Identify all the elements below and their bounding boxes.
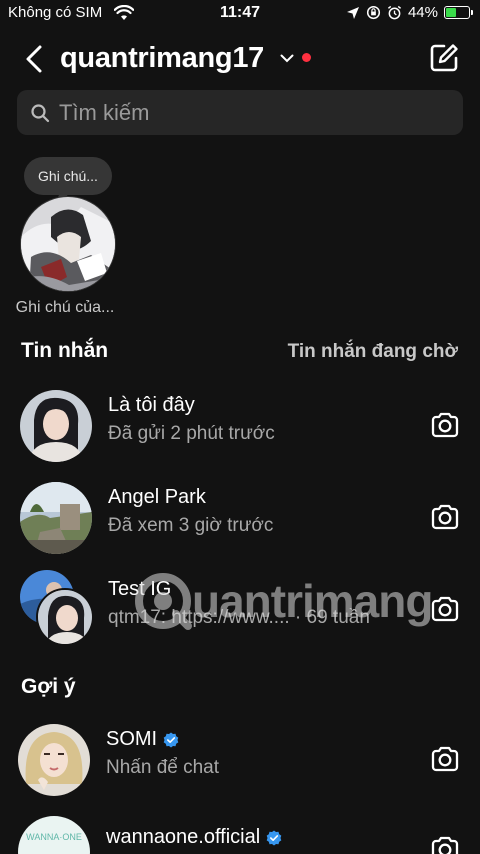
message-row[interactable]: Test IG qtm17: https://www.... · 69 tuần xyxy=(0,568,480,652)
contact-name: SOMI xyxy=(106,728,179,751)
avatar xyxy=(20,482,92,554)
battery-percent: 44% xyxy=(407,4,438,21)
contact-name-text: Test IG xyxy=(108,578,172,600)
camera-icon[interactable] xyxy=(430,744,460,774)
avatar-image xyxy=(38,590,92,644)
avatar-image xyxy=(20,482,92,554)
camera-icon[interactable] xyxy=(430,834,460,854)
avatar xyxy=(20,390,92,462)
note-bubble-text: Ghi chú... xyxy=(38,168,98,184)
search-icon xyxy=(31,104,50,123)
avatar: WANNA·ONE xyxy=(18,816,90,854)
avatar-image: WANNA·ONE xyxy=(18,816,90,854)
message-status: qtm17: https://www.... · 69 tuần xyxy=(108,607,370,628)
avatar xyxy=(18,724,90,796)
alarm-icon xyxy=(387,5,402,20)
verified-badge-icon xyxy=(163,732,179,747)
contact-name-text: Angel Park xyxy=(108,486,206,508)
battery-icon xyxy=(444,6,473,19)
message-status: Đã gửi 2 phút trước xyxy=(108,423,275,444)
camera-icon[interactable] xyxy=(430,502,460,532)
notification-dot xyxy=(302,53,311,62)
status-bar: Không có SIM 11:47 44% xyxy=(0,0,480,28)
contact-name-text: SOMI xyxy=(106,728,158,750)
avatar-image xyxy=(20,390,92,462)
header: quantrimang17 xyxy=(0,36,480,82)
suggestions-title: Gợi ý xyxy=(21,675,76,698)
lock-rotation-icon xyxy=(366,5,381,20)
suggestion-hint: Nhấn để chat xyxy=(106,757,220,778)
location-arrow-icon xyxy=(346,6,359,19)
avatar xyxy=(36,588,94,646)
note-label: Ghi chú của... xyxy=(15,299,115,316)
message-status: Đã xem 3 giờ trước xyxy=(108,515,274,536)
pending-messages-link[interactable]: Tin nhắn đang chờ xyxy=(288,341,458,363)
note-avatar[interactable] xyxy=(20,196,116,292)
messages-title: Tin nhắn xyxy=(21,339,109,362)
avatar-logo-text: WANNA·ONE xyxy=(26,832,82,842)
contact-name: Là tôi đây xyxy=(108,394,195,417)
avatar-image xyxy=(18,724,90,796)
group-avatar xyxy=(20,570,94,646)
chevron-down-icon[interactable] xyxy=(280,54,294,63)
contact-name: Test IG xyxy=(108,578,171,601)
message-row[interactable]: Angel Park Đã xem 3 giờ trước xyxy=(0,476,480,560)
avatar-image xyxy=(21,197,115,291)
message-row[interactable]: Là tôi đây Đã gửi 2 phút trước xyxy=(0,384,480,468)
search-bar[interactable] xyxy=(17,90,463,135)
suggestion-row[interactable]: WANNA·ONE wannaone.official xyxy=(0,810,480,854)
contact-name-text: Là tôi đây xyxy=(108,394,195,416)
suggestion-row[interactable]: SOMI Nhấn để chat xyxy=(0,718,480,802)
note-bubble[interactable]: Ghi chú... xyxy=(24,157,112,203)
contact-name: Angel Park xyxy=(108,486,206,509)
contact-name-text: wannaone.official xyxy=(106,826,261,848)
verified-badge-icon xyxy=(266,830,282,845)
camera-icon[interactable] xyxy=(430,594,460,624)
back-arrow-icon[interactable] xyxy=(22,44,48,74)
search-input[interactable] xyxy=(59,90,449,135)
camera-icon[interactable] xyxy=(430,410,460,440)
compose-icon[interactable] xyxy=(428,42,460,74)
account-username[interactable]: quantrimang17 xyxy=(60,42,264,75)
contact-name: wannaone.official xyxy=(106,826,282,849)
